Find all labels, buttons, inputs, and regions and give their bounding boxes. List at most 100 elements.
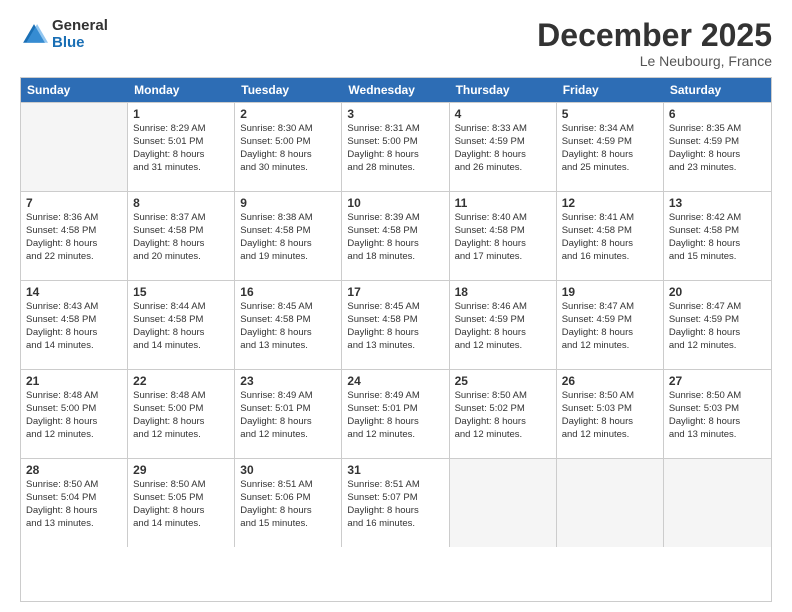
calendar-cell: 15Sunrise: 8:44 AMSunset: 4:58 PMDayligh…	[128, 281, 235, 369]
cell-line: Daylight: 8 hours	[669, 238, 766, 251]
cell-line: and 23 minutes.	[669, 162, 766, 175]
calendar-cell: 20Sunrise: 8:47 AMSunset: 4:59 PMDayligh…	[664, 281, 771, 369]
calendar-cell: 4Sunrise: 8:33 AMSunset: 4:59 PMDaylight…	[450, 103, 557, 191]
calendar-cell: 29Sunrise: 8:50 AMSunset: 5:05 PMDayligh…	[128, 459, 235, 547]
calendar-cell: 7Sunrise: 8:36 AMSunset: 4:58 PMDaylight…	[21, 192, 128, 280]
calendar: SundayMondayTuesdayWednesdayThursdayFrid…	[20, 77, 772, 602]
cell-line: Sunrise: 8:50 AM	[26, 479, 122, 492]
calendar-cell: 26Sunrise: 8:50 AMSunset: 5:03 PMDayligh…	[557, 370, 664, 458]
calendar-cell: 24Sunrise: 8:49 AMSunset: 5:01 PMDayligh…	[342, 370, 449, 458]
cell-line: Daylight: 8 hours	[347, 505, 443, 518]
header-day: Sunday	[21, 78, 128, 102]
cell-line: Sunrise: 8:48 AM	[26, 390, 122, 403]
calendar-cell	[557, 459, 664, 547]
cell-line: Sunrise: 8:50 AM	[455, 390, 551, 403]
cell-line: Daylight: 8 hours	[26, 327, 122, 340]
day-number: 26	[562, 374, 658, 388]
day-number: 27	[669, 374, 766, 388]
cell-line: Sunrise: 8:40 AM	[455, 212, 551, 225]
calendar-cell: 18Sunrise: 8:46 AMSunset: 4:59 PMDayligh…	[450, 281, 557, 369]
cell-line: and 12 minutes.	[669, 340, 766, 353]
cell-line: and 31 minutes.	[133, 162, 229, 175]
cell-line: Daylight: 8 hours	[669, 327, 766, 340]
day-number: 4	[455, 107, 551, 121]
cell-line: Sunset: 5:01 PM	[133, 136, 229, 149]
cell-line: Sunset: 5:00 PM	[133, 403, 229, 416]
day-number: 5	[562, 107, 658, 121]
day-number: 31	[347, 463, 443, 477]
cell-line: Sunset: 4:59 PM	[562, 314, 658, 327]
logo-blue: Blue	[52, 35, 108, 52]
cell-line: and 12 minutes.	[455, 340, 551, 353]
calendar-cell	[21, 103, 128, 191]
cell-line: Sunrise: 8:36 AM	[26, 212, 122, 225]
cell-line: Sunrise: 8:45 AM	[347, 301, 443, 314]
cell-line: Daylight: 8 hours	[669, 416, 766, 429]
day-number: 17	[347, 285, 443, 299]
header-day: Monday	[128, 78, 235, 102]
calendar-week: 1Sunrise: 8:29 AMSunset: 5:01 PMDaylight…	[21, 102, 771, 191]
calendar-cell: 9Sunrise: 8:38 AMSunset: 4:58 PMDaylight…	[235, 192, 342, 280]
logo-icon	[20, 21, 48, 49]
cell-line: Daylight: 8 hours	[133, 238, 229, 251]
cell-line: Sunrise: 8:51 AM	[347, 479, 443, 492]
cell-line: Daylight: 8 hours	[455, 149, 551, 162]
cell-line: Sunset: 4:58 PM	[240, 225, 336, 238]
cell-line: Sunset: 4:58 PM	[347, 225, 443, 238]
calendar-week: 14Sunrise: 8:43 AMSunset: 4:58 PMDayligh…	[21, 280, 771, 369]
cell-line: Sunrise: 8:43 AM	[26, 301, 122, 314]
calendar-cell: 23Sunrise: 8:49 AMSunset: 5:01 PMDayligh…	[235, 370, 342, 458]
cell-line: Daylight: 8 hours	[240, 416, 336, 429]
calendar-header: SundayMondayTuesdayWednesdayThursdayFrid…	[21, 78, 771, 102]
calendar-cell: 8Sunrise: 8:37 AMSunset: 4:58 PMDaylight…	[128, 192, 235, 280]
page: General Blue December 2025 Le Neubourg, …	[0, 0, 792, 612]
cell-line: and 15 minutes.	[669, 251, 766, 264]
cell-line: and 26 minutes.	[455, 162, 551, 175]
cell-line: Sunrise: 8:31 AM	[347, 123, 443, 136]
calendar-cell: 1Sunrise: 8:29 AMSunset: 5:01 PMDaylight…	[128, 103, 235, 191]
cell-line: and 13 minutes.	[240, 340, 336, 353]
cell-line: Daylight: 8 hours	[347, 327, 443, 340]
cell-line: Daylight: 8 hours	[562, 149, 658, 162]
calendar-cell: 6Sunrise: 8:35 AMSunset: 4:59 PMDaylight…	[664, 103, 771, 191]
cell-line: Sunset: 5:04 PM	[26, 492, 122, 505]
cell-line: and 12 minutes.	[240, 429, 336, 442]
cell-line: Daylight: 8 hours	[455, 327, 551, 340]
cell-line: Daylight: 8 hours	[455, 416, 551, 429]
calendar-cell: 21Sunrise: 8:48 AMSunset: 5:00 PMDayligh…	[21, 370, 128, 458]
cell-line: and 25 minutes.	[562, 162, 658, 175]
cell-line: Sunset: 4:58 PM	[133, 225, 229, 238]
calendar-cell: 5Sunrise: 8:34 AMSunset: 4:59 PMDaylight…	[557, 103, 664, 191]
cell-line: Daylight: 8 hours	[347, 416, 443, 429]
day-number: 28	[26, 463, 122, 477]
cell-line: Sunset: 4:58 PM	[133, 314, 229, 327]
day-number: 12	[562, 196, 658, 210]
cell-line: Daylight: 8 hours	[562, 238, 658, 251]
calendar-cell: 28 Sunrise: 8:50 AMSunset: 5:04 PMDayligh…	[21, 459, 128, 547]
cell-line: Daylight: 8 hours	[347, 238, 443, 251]
cell-line: Sunrise: 8:50 AM	[133, 479, 229, 492]
cell-line: Sunset: 4:58 PM	[562, 225, 658, 238]
calendar-cell: 12Sunrise: 8:41 AMSunset: 4:58 PMDayligh…	[557, 192, 664, 280]
cell-line: Sunrise: 8:44 AM	[133, 301, 229, 314]
day-number: 30	[240, 463, 336, 477]
logo-text: General Blue	[52, 18, 108, 51]
day-number: 20	[669, 285, 766, 299]
cell-line: Sunset: 4:59 PM	[669, 314, 766, 327]
calendar-cell: 22Sunrise: 8:48 AMSunset: 5:00 PMDayligh…	[128, 370, 235, 458]
cell-line: Daylight: 8 hours	[562, 327, 658, 340]
header-day: Friday	[557, 78, 664, 102]
cell-line: Sunset: 5:00 PM	[240, 136, 336, 149]
cell-line: Daylight: 8 hours	[26, 505, 122, 518]
calendar-cell: 2Sunrise: 8:30 AMSunset: 5:00 PMDaylight…	[235, 103, 342, 191]
day-number: 11	[455, 196, 551, 210]
cell-line: and 15 minutes.	[240, 518, 336, 531]
day-number: 13	[669, 196, 766, 210]
cell-line: and 16 minutes.	[562, 251, 658, 264]
cell-line: Daylight: 8 hours	[133, 416, 229, 429]
cell-line: Sunset: 5:02 PM	[455, 403, 551, 416]
day-number: 1	[133, 107, 229, 121]
cell-line: and 13 minutes.	[669, 429, 766, 442]
cell-line: Sunset: 5:03 PM	[669, 403, 766, 416]
calendar-cell: 11Sunrise: 8:40 AMSunset: 4:58 PMDayligh…	[450, 192, 557, 280]
